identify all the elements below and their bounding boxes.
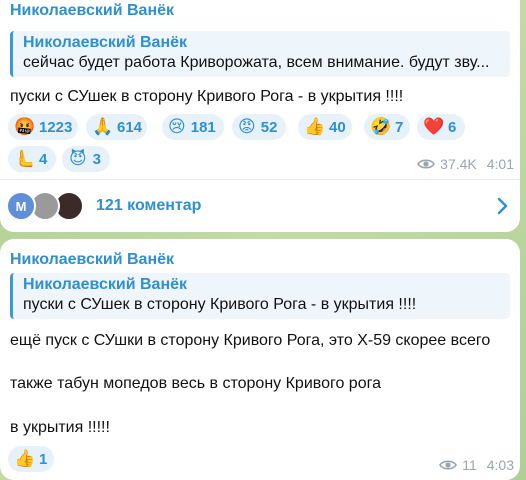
views-eye-icon [439, 460, 458, 470]
pray-icon: 🙏 [92, 117, 114, 136]
reaction-count: 1223 [39, 118, 73, 136]
reaction-chip[interactable]: 👍 40 [298, 114, 352, 140]
sender-name[interactable]: Николаевский Ванёк [10, 251, 174, 269]
reaction-chip[interactable]: 🤬 1223 [8, 114, 78, 140]
rofl-face-icon: 🤣 [370, 117, 392, 136]
crying-face-icon: 😢 [168, 117, 186, 136]
reply-text: пуски с СУшек в сторону Кривого Рога - в… [23, 296, 417, 313]
reply-sender-name: Николаевский Ванёк [23, 34, 188, 51]
avatar: M [6, 191, 36, 221]
reaction-chip[interactable]: 🙏 614 [86, 114, 147, 140]
heart-icon: ❤️ [423, 117, 445, 136]
reaction-chip[interactable]: 🫷 4 [8, 146, 56, 172]
reaction-count: 1 [39, 450, 48, 468]
reaction-count: 181 [190, 118, 216, 136]
message-time: 4:01 [486, 156, 514, 172]
reaction-count: 4 [39, 150, 48, 168]
message-time: 4:03 [486, 457, 514, 473]
message-meta: 11 4:03 [439, 457, 514, 473]
angry-face-icon: 😡 [238, 117, 256, 136]
reaction-chip[interactable]: ❤️ 6 [417, 114, 465, 140]
reply-quote[interactable]: Николаевский Ванёк пуски с СУшек в сторо… [10, 273, 510, 319]
reaction-chip[interactable]: 🤣 7 [364, 114, 410, 140]
thumbs-up-icon: 👍 [14, 449, 36, 468]
message-bubble-2[interactable]: Николаевский Ванёк Николаевский Ванёк пу… [0, 239, 520, 480]
pushing-hand-icon: 🫷 [14, 149, 36, 168]
chevron-right-icon[interactable] [492, 194, 512, 218]
comments-count-link[interactable]: 121 коментар [96, 197, 201, 215]
view-count: 11 [462, 457, 477, 473]
message-text-line: также табун мопедов весь в сторону Криво… [10, 375, 381, 392]
reaction-count: 40 [329, 118, 346, 136]
reply-sender-name: Николаевский Ванёк [23, 276, 188, 293]
reaction-count: 614 [117, 118, 143, 136]
reaction-count: 6 [448, 118, 457, 136]
reaction-count: 52 [260, 118, 278, 136]
message-text-line: ещё пуск с СУшки в сторону Кривого Рога,… [10, 332, 491, 349]
message-text: пуски с СУшек в сторону Кривого Рога - в… [10, 88, 404, 105]
thumbs-up-icon: 👍 [304, 117, 326, 136]
reply-quote[interactable]: Николаевский Ванёк сейчас будет работа К… [10, 31, 510, 77]
reaction-chip[interactable]: 😡 52 [232, 114, 286, 140]
reaction-count: 7 [395, 118, 404, 136]
views-eye-icon [417, 159, 436, 169]
message-meta: 37.4K 4:01 [417, 156, 514, 172]
comments-bar[interactable]: M 121 коментар [0, 179, 520, 232]
view-count: 37.4K [440, 156, 477, 172]
reaction-chip[interactable]: 👍 1 [8, 446, 54, 472]
sender-name[interactable]: Николаевский Ванёк [10, 2, 174, 20]
smiling-devil-icon: 😈 [68, 149, 87, 168]
reply-text: сейчас будет работа Криворожата, всем вн… [23, 54, 490, 71]
reaction-chip[interactable]: 😢 181 [162, 114, 224, 140]
message-bubble-1[interactable]: Николаевский Ванёк Николаевский Ванёк се… [0, 0, 520, 179]
reaction-chip[interactable]: 😈 3 [62, 146, 110, 172]
cursing-face-icon: 🤬 [14, 117, 36, 136]
message-text-line: в укрытия !!!!! [10, 419, 110, 436]
reaction-count: 3 [92, 150, 101, 168]
